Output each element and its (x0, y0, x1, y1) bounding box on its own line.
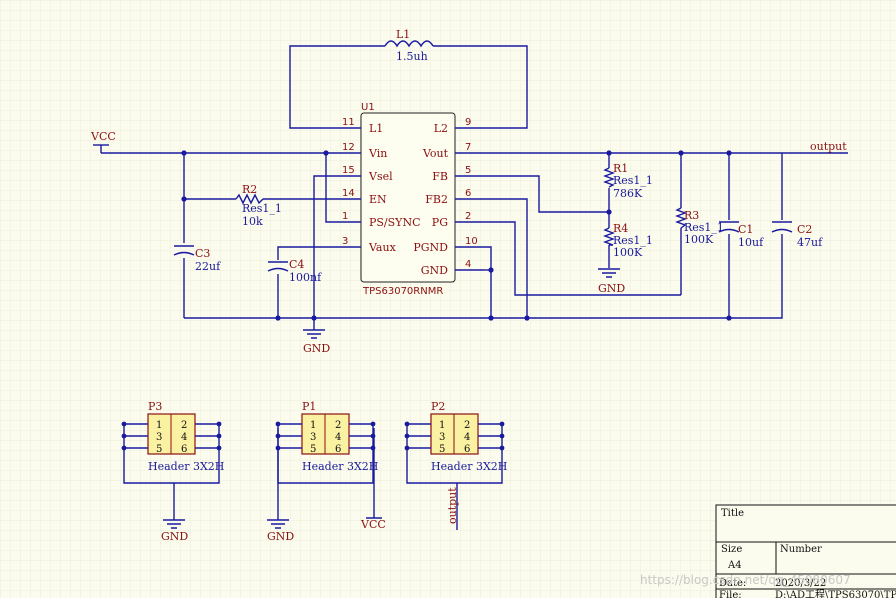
header-pin-number: 4 (464, 432, 470, 443)
gnd-label-r4: GND (598, 282, 625, 295)
output-port-p2: output (446, 483, 459, 530)
l1-ref: L1 (396, 28, 410, 41)
c1-value: 10uf (738, 236, 764, 249)
size-value: A4 (727, 560, 742, 571)
u1-part: TPS63070RNMR (362, 286, 443, 297)
header-pin-number: 1 (310, 420, 316, 431)
r2-part: Res1_1 (242, 202, 282, 215)
u1-pin-name: L2 (434, 122, 448, 135)
header-part: Header 3X2H (302, 460, 378, 473)
r4-value: 100K (613, 246, 643, 259)
title-label: Title (721, 508, 744, 519)
header-pin-number: 3 (439, 432, 445, 443)
u1-pin-number: 12 (342, 142, 355, 153)
u1-pin-number: 11 (342, 117, 355, 128)
vcc-label: VCC (90, 130, 116, 143)
output-net-label: output (810, 140, 847, 153)
output-label-p2: output (446, 487, 459, 524)
u1-pin-name: GND (421, 264, 448, 277)
header-pin-number: 6 (464, 444, 470, 455)
c3-ref: C3 (195, 247, 210, 260)
header-pin-number: 5 (439, 444, 445, 455)
header-ref: P2 (431, 400, 445, 413)
u1-pin-number: 1 (342, 211, 348, 222)
header-pin-number: 6 (335, 444, 341, 455)
size-label: Size (721, 544, 742, 555)
c4-ref: C4 (289, 258, 304, 271)
u1-pin-name: PG (432, 216, 448, 229)
u1-pin-name: Vaux (368, 241, 397, 254)
u1-pin-number: 14 (342, 188, 355, 199)
u1-pin-number: 4 (465, 259, 471, 270)
r1-part: Res1_1 (613, 174, 653, 187)
schematic-canvas: U1 TPS63070RNMR 11 L112 Vin15 Vsel14 EN1 PS/S… (0, 0, 896, 598)
file-value: D:\AD工程\TPS63070\TPS63070原理图... (775, 589, 896, 598)
u1-pin-name: Vin (368, 147, 387, 160)
gnd-label-p3: GND (161, 530, 188, 543)
u1-pin-name: Vsel (368, 170, 393, 183)
gnd-label-main: GND (303, 342, 330, 355)
u1-ref: U1 (361, 102, 375, 113)
header-pin-number: 4 (335, 432, 341, 443)
c3-value: 22uf (195, 260, 221, 273)
u1-pin-number: 3 (342, 236, 348, 247)
u1-pin-name: FB2 (425, 193, 448, 206)
u1-pin-name: PS/SYNC (369, 216, 420, 229)
c1-ref: C1 (738, 223, 753, 236)
header-pin-number: 1 (156, 420, 162, 431)
u1-pin-name: EN (369, 193, 387, 206)
r2-value: 10k (242, 215, 263, 228)
header-pin-number: 3 (156, 432, 162, 443)
r3-value: 100K (684, 233, 714, 246)
vcc-port: VCC (90, 130, 116, 146)
header-pin-number: 2 (181, 420, 187, 431)
header-pin-number: 5 (310, 444, 316, 455)
c2-value: 47uf (797, 236, 823, 249)
u1-pin-number: 10 (465, 236, 478, 247)
header-pin-number: 6 (181, 444, 187, 455)
u1-pin-name: Vout (422, 147, 449, 160)
file-label: File: (719, 590, 742, 598)
header-ref: P3 (148, 400, 162, 413)
u1-pin-name: L1 (369, 122, 383, 135)
watermark: https://blog.csdn.net/qq_45080607 (640, 573, 851, 587)
c2-ref: C2 (797, 223, 812, 236)
header-pin-number: 5 (156, 444, 162, 455)
u1-pin-number: 9 (465, 117, 471, 128)
header-pin-number: 2 (464, 420, 470, 431)
header-ref: P1 (302, 400, 316, 413)
c4-value: 100nf (289, 271, 322, 284)
header-pin-number: 2 (335, 420, 341, 431)
u1-pin-name: PGND (413, 241, 448, 254)
r1-value: 786K (613, 187, 643, 200)
u1-pin-number: 6 (465, 188, 471, 199)
header-pin-number: 4 (181, 432, 187, 443)
header-part: Header 3X2H (431, 460, 507, 473)
gnd-label-p1: GND (267, 530, 294, 543)
u1-pin-number: 7 (465, 142, 471, 153)
r2-ref: R2 (242, 183, 257, 196)
u1-pin-name: FB (432, 170, 448, 183)
u1-pin-number: 2 (465, 211, 471, 222)
u1-pin-number: 5 (465, 165, 471, 176)
l1-value: 1.5uh (396, 50, 428, 63)
header-part: Header 3X2H (148, 460, 224, 473)
header-pin-number: 1 (439, 420, 445, 431)
vcc-label-p1: VCC (360, 518, 386, 531)
number-label: Number (780, 544, 822, 555)
header-pin-number: 3 (310, 432, 316, 443)
u1-pin-number: 15 (342, 165, 355, 176)
